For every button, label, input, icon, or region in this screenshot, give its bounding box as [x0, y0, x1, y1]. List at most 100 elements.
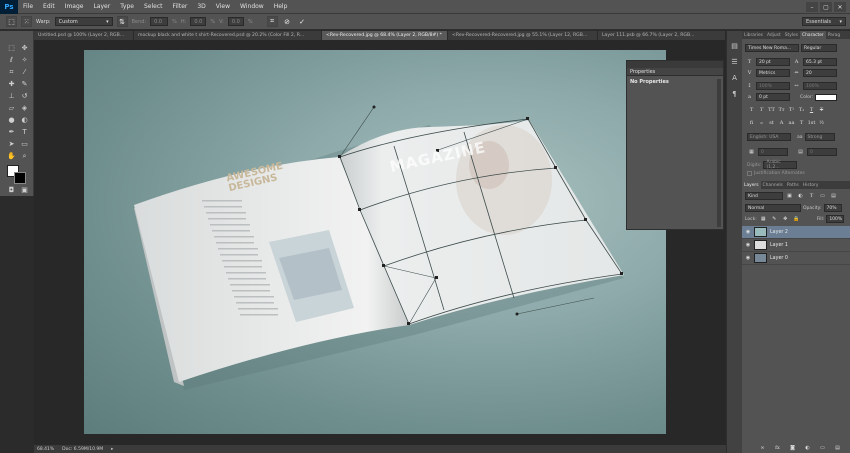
horizontal-scale-input[interactable]: 100% [803, 82, 837, 90]
tab-character[interactable]: Character [800, 31, 826, 39]
filter-pixel-icon[interactable]: ▣ [785, 192, 794, 200]
baseline-shift-input[interactable]: 0 pt [756, 93, 790, 101]
titling-alternates-button[interactable]: T [797, 119, 806, 127]
quick-mask-icon[interactable]: ◘ [6, 185, 17, 195]
paint-bucket-icon[interactable]: ◈ [19, 103, 30, 113]
new-layer-icon[interactable]: ▤ [833, 444, 842, 452]
tab-layers[interactable]: Layers [742, 181, 761, 189]
reference-point-icon[interactable]: ⁙ [21, 16, 32, 27]
visibility-eye-icon[interactable]: ◉ [742, 242, 754, 248]
menu-help[interactable]: Help [269, 3, 293, 10]
swash-button[interactable]: A [777, 119, 786, 127]
commit-transform-button[interactable]: ✓ [297, 16, 308, 27]
zoom-level[interactable]: 68.41% [37, 447, 54, 452]
brush-tool-icon[interactable]: ✎ [19, 79, 30, 89]
visibility-eye-icon[interactable]: ◉ [742, 255, 754, 261]
move-tool-icon[interactable]: ✥ [19, 43, 30, 53]
h-distort-input[interactable]: 0.0 [190, 17, 207, 26]
faux-bold-button[interactable]: T [747, 106, 756, 114]
tab-layer-111[interactable]: Layer 111.psb @ 66.7% (Layer 2, RGB... [598, 31, 726, 40]
menu-window[interactable]: Window [235, 3, 269, 10]
stylistic-alternates-button[interactable]: aa [787, 119, 796, 127]
vertical-scale-input[interactable]: 100% [756, 82, 790, 90]
text-color-swatch[interactable] [815, 93, 838, 101]
eyedropper-icon[interactable]: ⁄ [19, 67, 30, 77]
menu-3d[interactable]: 3D [192, 3, 210, 10]
v-distort-input[interactable]: 0.0 [227, 17, 244, 26]
lock-transparent-icon[interactable]: ▦ [759, 215, 768, 223]
small-caps-button[interactable]: Tт [777, 106, 786, 114]
filter-shape-icon[interactable]: ▭ [818, 192, 827, 200]
character-panel-icon[interactable]: A [729, 73, 740, 83]
marquee-tool-icon[interactable]: ⬚ [6, 43, 17, 53]
bend-input[interactable]: 0.0 [150, 17, 169, 26]
tool-preset-icon[interactable]: ⬚ [6, 16, 17, 27]
warp-style-select[interactable]: Custom ▾ [54, 17, 113, 26]
tab-libraries[interactable]: Libraries [742, 31, 765, 39]
auto-spacing-input[interactable]: 0 [807, 148, 837, 156]
dodge-tool-icon[interactable]: ◐ [19, 115, 30, 125]
fractions-button[interactable]: ½ [817, 119, 826, 127]
rectangle-tool-icon[interactable]: ▭ [19, 139, 30, 149]
maximize-button[interactable]: ▢ [820, 2, 832, 12]
tab-paragraph[interactable]: Parag [826, 31, 842, 39]
menu-view[interactable]: View [211, 3, 235, 10]
tsume-input[interactable]: 0 [758, 148, 788, 156]
layer-row-layer-2[interactable]: ◉ Layer 2 [742, 226, 850, 239]
zoom-tool-icon[interactable]: ⌕ [19, 151, 30, 161]
lock-all-icon[interactable]: 🔒 [792, 215, 801, 223]
tab-mockup-tshirt[interactable]: mockup black and white t shirt-Recovered… [134, 31, 322, 40]
workspace-select[interactable]: Essentials ▾ [802, 17, 846, 26]
tab-channels[interactable]: Channels [761, 181, 785, 189]
close-button[interactable]: ✕ [834, 2, 846, 12]
language-select[interactable]: English: USA [747, 133, 791, 141]
history-panel-icon[interactable]: ▤ [729, 41, 740, 51]
status-menu-arrow-icon[interactable]: ▸ [111, 447, 113, 452]
discretionary-ligatures-button[interactable]: st [767, 119, 776, 127]
strikethrough-button[interactable]: T [817, 106, 826, 114]
type-tool-icon[interactable]: T [19, 127, 30, 137]
faux-italic-button[interactable]: T [757, 106, 766, 114]
tracking-input[interactable]: 20 [803, 69, 837, 77]
ordinals-button[interactable]: 1st [807, 119, 816, 127]
menu-image[interactable]: Image [60, 3, 89, 10]
all-caps-button[interactable]: TT [767, 106, 776, 114]
paragraph-panel-icon[interactable]: ¶ [729, 89, 740, 99]
filter-smart-icon[interactable]: ▤ [829, 192, 838, 200]
tab-recovered-recovered[interactable]: <Rev-Recovered-Recovered.jpg @ 55.1% (La… [448, 31, 598, 40]
fill-input[interactable]: 100% [826, 215, 845, 223]
menu-file[interactable]: File [18, 3, 38, 10]
cancel-transform-button[interactable]: ⊘ [282, 16, 293, 27]
lock-position-icon[interactable]: ✥ [781, 215, 790, 223]
menu-layer[interactable]: Layer [88, 3, 115, 10]
clone-stamp-icon[interactable]: ⊥ [6, 91, 17, 101]
font-size-input[interactable]: 20 pt [756, 58, 790, 66]
kerning-select[interactable]: Metrics [756, 69, 790, 77]
lock-pixels-icon[interactable]: ✎ [770, 215, 779, 223]
lasso-tool-icon[interactable]: ℓ [6, 55, 17, 65]
menu-type[interactable]: Type [115, 3, 139, 10]
layer-filter-select[interactable]: Kind [745, 192, 783, 200]
ligature-button[interactable]: fi [747, 119, 756, 127]
filter-adjustment-icon[interactable]: ◐ [796, 192, 805, 200]
adjustment-layer-icon[interactable]: ◐ [803, 444, 812, 452]
layer-row-layer-1[interactable]: ◉ Layer 1 [742, 239, 850, 252]
background-color-swatch[interactable] [14, 172, 26, 184]
font-family-select[interactable]: Times New Roma... [745, 44, 799, 52]
opacity-input[interactable]: 70% [823, 204, 842, 212]
layer-style-icon[interactable]: fx [773, 444, 782, 452]
blend-mode-select[interactable]: Normal [745, 204, 801, 212]
path-selection-icon[interactable]: ➤ [6, 139, 17, 149]
superscript-button[interactable]: T¹ [787, 106, 796, 114]
tab-recovered-active[interactable]: <Rev-Recovered.jpg @ 68.4% (Layer 2, RGB… [322, 31, 448, 40]
leading-input[interactable]: 65.3 pt [803, 58, 837, 66]
visibility-eye-icon[interactable]: ◉ [742, 229, 754, 235]
properties-tab[interactable]: Properties [627, 68, 723, 76]
font-style-select[interactable]: Regular [801, 44, 837, 52]
underline-button[interactable]: T [807, 106, 816, 114]
digits-select[interactable]: Arabic (1,2... [763, 160, 798, 170]
tab-adjustments[interactable]: Adjust [765, 31, 783, 39]
tab-paths[interactable]: Paths [785, 181, 801, 189]
link-layers-icon[interactable]: ∞ [758, 444, 767, 452]
hand-tool-icon[interactable]: ✋ [6, 151, 17, 161]
